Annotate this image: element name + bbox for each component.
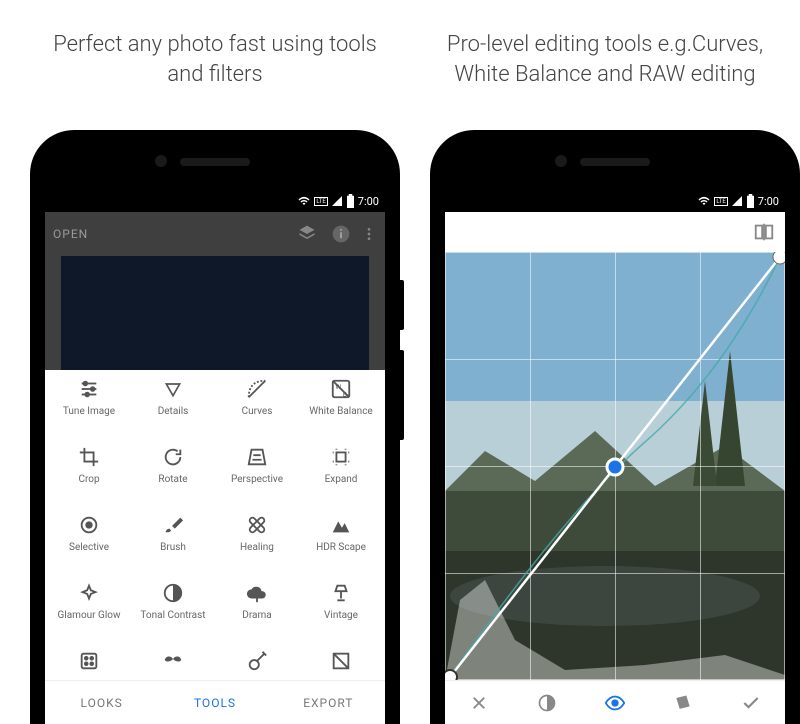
channel-eye-icon[interactable] <box>581 692 649 714</box>
tab-tools[interactable]: TOOLS <box>158 681 271 724</box>
tool-label: Details <box>158 406 189 417</box>
square-a-icon <box>330 650 352 672</box>
tool-label: Drama <box>242 610 271 621</box>
cell-icon <box>331 195 343 207</box>
status-time: 7:00 <box>758 195 779 208</box>
tab-export[interactable]: EXPORT <box>272 681 385 724</box>
tool-dice[interactable] <box>47 650 131 680</box>
wifi-icon <box>697 195 711 207</box>
rotate-icon <box>162 446 184 468</box>
tool-label: Selective <box>69 542 109 553</box>
tool-label: Tonal Contrast <box>140 610 205 621</box>
tool-brush[interactable]: Brush <box>131 514 215 582</box>
close-button[interactable] <box>445 694 513 712</box>
caption-left: Perfect any photo fast using tools and f… <box>40 30 390 89</box>
tool-label: White Balance <box>309 406 372 417</box>
tool-label: HDR Scape <box>316 542 366 553</box>
triangle-down-icon <box>162 378 184 400</box>
curves-overlay[interactable] <box>445 252 785 682</box>
caption-right: Pro-level editing tools e.g.Curves, Whit… <box>430 30 780 89</box>
tool-details[interactable]: Details <box>131 378 215 446</box>
curve-icon <box>246 378 268 400</box>
status-bar: LTE 7:00 <box>45 190 385 212</box>
battery-icon <box>346 194 355 208</box>
bottom-tabs: LOOKS TOOLS EXPORT <box>45 680 385 724</box>
tool-square-a[interactable] <box>299 650 383 680</box>
network-label: LTE <box>314 197 327 206</box>
info-icon[interactable] <box>331 224 351 244</box>
tool-label: Expand <box>325 474 358 485</box>
status-time: 7:00 <box>358 195 379 208</box>
tools-panel: Tune Image Details Curves WB White Balance Cr… <box>45 370 385 680</box>
channel-luminance-icon[interactable] <box>513 693 581 713</box>
brush-icon <box>162 514 184 536</box>
guitar-icon <box>246 650 268 672</box>
sparkle-icon <box>78 582 100 604</box>
tool-label: Brush <box>160 542 186 553</box>
channel-card-icon[interactable] <box>649 693 717 713</box>
tool-expand[interactable]: Expand <box>299 446 383 514</box>
tool-crop[interactable]: Crop <box>47 446 131 514</box>
curve-point-highlight <box>773 252 785 264</box>
tool-vintage[interactable]: Vintage <box>299 582 383 650</box>
tool-selective[interactable]: Selective <box>47 514 131 582</box>
tool-label: Perspective <box>231 474 283 485</box>
svg-text:W: W <box>336 383 342 391</box>
tool-white-balance[interactable]: WB White Balance <box>299 378 383 446</box>
svg-text:B: B <box>343 390 347 398</box>
tool-healing[interactable]: Healing <box>215 514 299 582</box>
tool-mustache[interactable] <box>131 650 215 680</box>
tool-label: Crop <box>78 474 99 485</box>
tool-tune-image[interactable]: Tune Image <box>47 378 131 446</box>
tool-label: Curves <box>242 406 273 417</box>
wb-icon: WB <box>330 378 352 400</box>
tool-tonal-contrast[interactable]: Tonal Contrast <box>131 582 215 650</box>
expand-icon <box>330 446 352 468</box>
phone-frame-left: LTE 7:00 OPEN Tune ImageDetailsCurvesWBW… <box>30 130 400 724</box>
tool-curves[interactable]: Curves <box>215 378 299 446</box>
cell-icon <box>731 195 743 207</box>
mountains-icon <box>330 514 352 536</box>
curve-point-mid <box>607 459 623 475</box>
curves-bottom-bar <box>445 680 785 724</box>
tool-rotate[interactable]: Rotate <box>131 446 215 514</box>
apply-button[interactable] <box>717 693 785 713</box>
tool-label: Rotate <box>158 474 187 485</box>
tool-label: Tune Image <box>63 406 115 417</box>
cloud-icon <box>246 582 268 604</box>
dimmed-background: OPEN <box>45 212 385 370</box>
target-icon <box>78 514 100 536</box>
curves-toolbar <box>445 212 785 252</box>
compare-icon[interactable] <box>753 221 775 243</box>
perspective-icon <box>246 446 268 468</box>
wifi-icon <box>297 195 311 207</box>
tool-hdr-scape[interactable]: HDR Scape <box>299 514 383 582</box>
battery-icon <box>746 194 755 208</box>
tool-guitar[interactable] <box>215 650 299 680</box>
bandaid-icon <box>246 514 268 536</box>
tool-glamour-glow[interactable]: Glamour Glow <box>47 582 131 650</box>
phone-frame-right: LTE 7:00 <box>430 130 800 724</box>
tool-drama[interactable]: Drama <box>215 582 299 650</box>
layers-icon[interactable] <box>297 224 317 244</box>
tool-perspective[interactable]: Perspective <box>215 446 299 514</box>
overflow-icon[interactable] <box>361 224 377 244</box>
dice-icon <box>78 650 100 672</box>
halfcircle-icon <box>162 582 184 604</box>
tool-label: Vintage <box>324 610 358 621</box>
crop-icon <box>78 446 100 468</box>
network-label: LTE <box>714 197 727 206</box>
tab-looks[interactable]: LOOKS <box>45 681 158 724</box>
screen-right: LTE 7:00 <box>445 190 785 724</box>
open-button[interactable]: OPEN <box>53 227 88 241</box>
status-bar: LTE 7:00 <box>445 190 785 212</box>
tool-label: Glamour Glow <box>58 610 121 621</box>
lamp-icon <box>330 582 352 604</box>
curves-viewport[interactable] <box>445 252 785 680</box>
screen-left: LTE 7:00 OPEN Tune ImageDetailsCurvesWBW… <box>45 190 385 724</box>
mustache-icon <box>162 650 184 672</box>
tool-label: Healing <box>240 542 274 553</box>
sliders-icon <box>78 378 100 400</box>
